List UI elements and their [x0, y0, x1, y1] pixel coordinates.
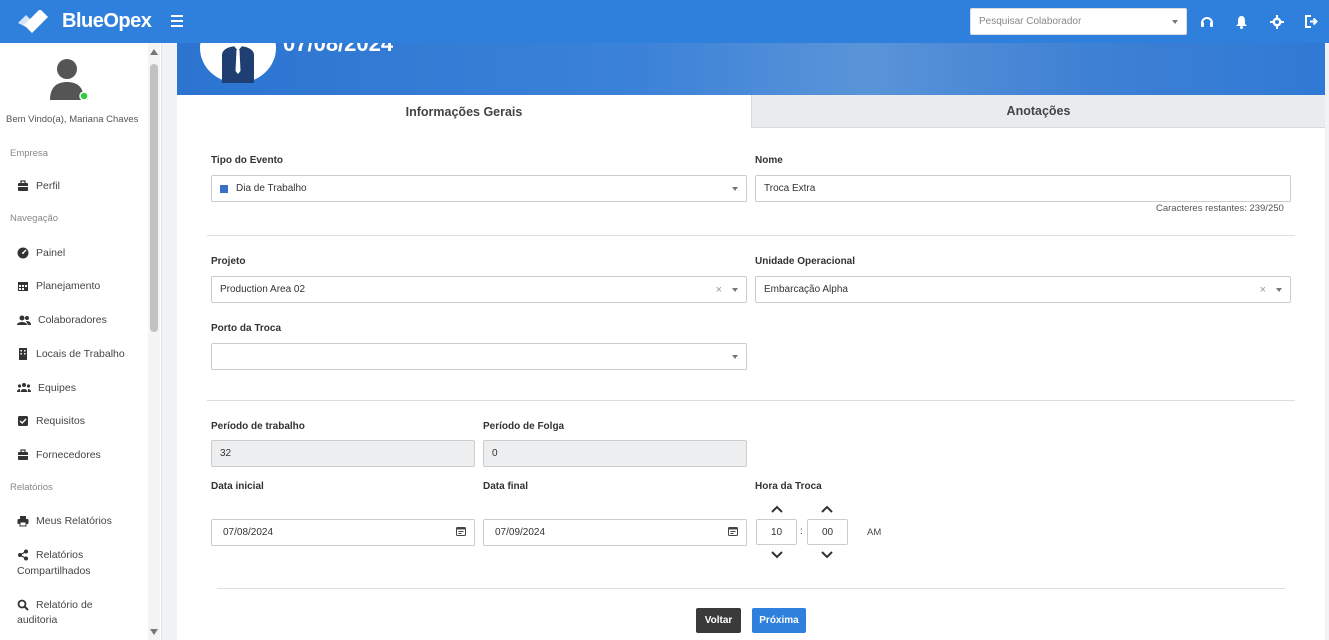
- sidebar-item-relatorio-auditoria-line2[interactable]: auditoria: [17, 613, 57, 628]
- dashboard-icon: [17, 247, 29, 259]
- porto-label: Porto da Troca: [211, 323, 282, 334]
- hour-decrement-icon[interactable]: [770, 550, 784, 560]
- menu-toggle-icon[interactable]: [171, 11, 195, 32]
- sidebar-item-relatorios-compartilhados[interactable]: Relatórios: [17, 548, 83, 563]
- sidebar-item-planejamento[interactable]: Planejamento: [17, 279, 100, 294]
- porto-select[interactable]: [211, 343, 747, 370]
- event-avatar: [200, 43, 276, 83]
- section-relatorios: Relatórios: [10, 482, 53, 493]
- periodo-folga-label: Período de Folga: [483, 421, 565, 432]
- logo-icon: [16, 8, 56, 34]
- meridian-label[interactable]: AM: [867, 527, 881, 538]
- tab-informacoes-gerais[interactable]: Informações Gerais: [177, 95, 751, 128]
- welcome-text: Bem Vindo(a), Mariana Chaves: [6, 114, 139, 125]
- back-button[interactable]: Voltar: [696, 608, 741, 633]
- brand-logo[interactable]: BlueOpex: [16, 8, 171, 34]
- minute-input[interactable]: 00: [807, 519, 848, 545]
- checkbox-icon: [17, 415, 29, 427]
- projeto-select[interactable]: Production Area 02 ×: [211, 276, 747, 303]
- tab-anotacoes[interactable]: Anotações: [751, 95, 1325, 128]
- clear-icon[interactable]: ×: [716, 284, 722, 296]
- next-button[interactable]: Próxima: [752, 608, 806, 633]
- sidebar-item-requisitos[interactable]: Requisitos: [17, 414, 85, 429]
- avatar[interactable]: [48, 58, 89, 101]
- minute-decrement-icon[interactable]: [820, 550, 834, 560]
- sidebar-item-relatorios-compartilhados-line2[interactable]: Compartilhados: [17, 564, 91, 579]
- periodo-trabalho-label: Período de trabalho: [211, 421, 305, 432]
- headset-icon[interactable]: [1189, 15, 1224, 29]
- unidade-select[interactable]: Embarcação Alpha ×: [755, 276, 1291, 303]
- event-color-swatch: [220, 184, 228, 193]
- chevron-down-icon: [1276, 287, 1282, 292]
- event-banner: 07/08/2024: [177, 43, 1325, 95]
- data-final-label: Data final: [483, 481, 529, 492]
- data-inicial-input[interactable]: 07/08/2024: [211, 519, 475, 546]
- share-icon: [17, 549, 29, 561]
- chevron-down-icon: [1172, 19, 1178, 24]
- tipo-evento-select[interactable]: Dia de Trabalho: [211, 175, 747, 202]
- team-icon: [17, 382, 31, 394]
- employee-search-select[interactable]: Pesquisar Colaborador: [970, 8, 1187, 35]
- brand-name: BlueOpex: [62, 10, 152, 32]
- nome-label: Nome: [755, 155, 783, 166]
- chevron-down-icon: [732, 354, 738, 359]
- sidebar-scroll-thumb[interactable]: [150, 64, 158, 332]
- magnify-icon: [17, 599, 29, 611]
- sidebar-item-perfil[interactable]: Perfil: [17, 179, 60, 194]
- sidebar-item-locais[interactable]: Locais de Trabalho: [17, 347, 125, 362]
- event-date: 07/08/2024: [283, 43, 394, 56]
- search-placeholder: Pesquisar Colaborador: [979, 16, 1082, 27]
- hora-troca-label: Hora da Troca: [755, 481, 822, 492]
- briefcase-icon: [17, 180, 29, 192]
- section-empresa: Empresa: [10, 148, 49, 159]
- sidebar: Bem Vindo(a), Mariana Chaves Empresa Per…: [0, 43, 162, 640]
- sidebar-item-meus-relatorios[interactable]: Meus Relatórios: [17, 514, 112, 529]
- data-final-input[interactable]: 07/09/2024: [483, 519, 747, 546]
- clear-icon[interactable]: ×: [1260, 284, 1266, 296]
- data-inicial-label: Data inicial: [211, 481, 264, 492]
- remaining-chars: Caracteres restantes: 239/250: [1156, 203, 1284, 214]
- printer-icon: [17, 515, 29, 527]
- building-icon: [17, 348, 29, 360]
- scroll-up-icon[interactable]: [150, 49, 158, 55]
- gear-icon[interactable]: [1259, 14, 1294, 29]
- sidebar-item-painel[interactable]: Painel: [17, 246, 65, 261]
- hour-input[interactable]: 10: [756, 519, 797, 545]
- chevron-down-icon: [732, 186, 738, 191]
- section-divider: [207, 400, 1295, 401]
- unidade-label: Unidade Operacional: [755, 256, 856, 267]
- sidebar-item-equipes[interactable]: Equipes: [17, 381, 76, 396]
- top-icons: [1189, 0, 1329, 43]
- calendar-icon[interactable]: [456, 526, 466, 539]
- periodo-folga-field: 0: [483, 440, 747, 467]
- periodo-trabalho-field: 32: [211, 440, 475, 467]
- scroll-down-icon[interactable]: [150, 629, 158, 635]
- bell-icon[interactable]: [1224, 15, 1259, 29]
- nome-field[interactable]: Troca Extra: [755, 175, 1291, 202]
- footer-divider: [217, 588, 1285, 589]
- sidebar-item-fornecedores[interactable]: Fornecedores: [17, 448, 101, 463]
- users-icon: [17, 314, 31, 326]
- sidebar-item-colaboradores[interactable]: Colaboradores: [17, 313, 107, 328]
- briefcase-icon: [17, 449, 29, 461]
- projeto-label: Projeto: [211, 256, 246, 267]
- chevron-down-icon: [732, 287, 738, 292]
- sidebar-item-relatorio-auditoria[interactable]: Relatório de: [17, 598, 93, 613]
- hour-increment-icon[interactable]: [770, 504, 784, 514]
- calendar-icon: [17, 280, 29, 292]
- top-navbar: BlueOpex Pesquisar Colaborador: [0, 0, 1329, 43]
- time-separator: :: [800, 526, 803, 537]
- section-divider: [207, 235, 1295, 236]
- section-navegacao: Navegação: [10, 213, 59, 224]
- event-form-card: Informações Gerais Anotações Tipo do Eve…: [177, 95, 1325, 640]
- tipo-evento-label: Tipo do Evento: [211, 155, 284, 166]
- logout-icon[interactable]: [1294, 15, 1329, 28]
- minute-increment-icon[interactable]: [820, 504, 834, 514]
- calendar-icon[interactable]: [728, 526, 738, 539]
